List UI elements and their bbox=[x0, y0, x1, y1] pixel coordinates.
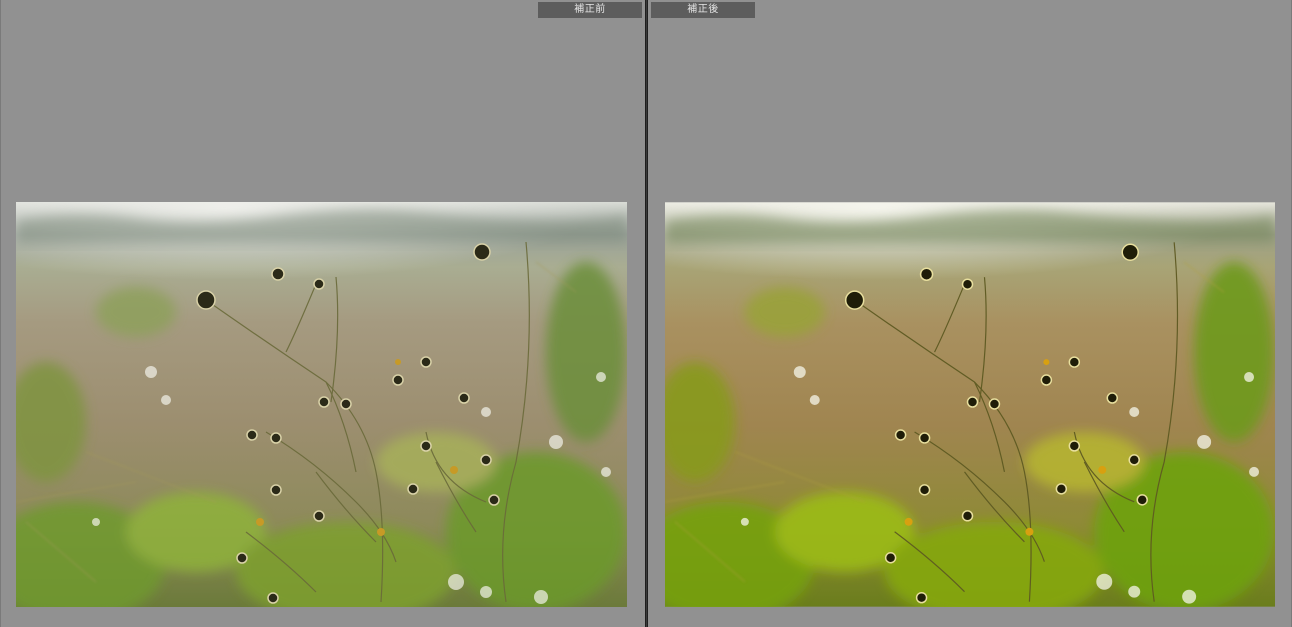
after-photo[interactable] bbox=[665, 202, 1275, 607]
meadow-photo-before bbox=[16, 202, 627, 607]
before-photo[interactable] bbox=[16, 202, 627, 607]
after-pane[interactable]: 補正後 bbox=[648, 0, 1292, 627]
before-label: 補正前 bbox=[538, 2, 642, 18]
after-label: 補正後 bbox=[651, 2, 755, 18]
before-after-compare-view: 補正前 補正後 bbox=[0, 0, 1292, 627]
before-pane[interactable]: 補正前 bbox=[0, 0, 645, 627]
meadow-photo-after bbox=[665, 202, 1275, 607]
